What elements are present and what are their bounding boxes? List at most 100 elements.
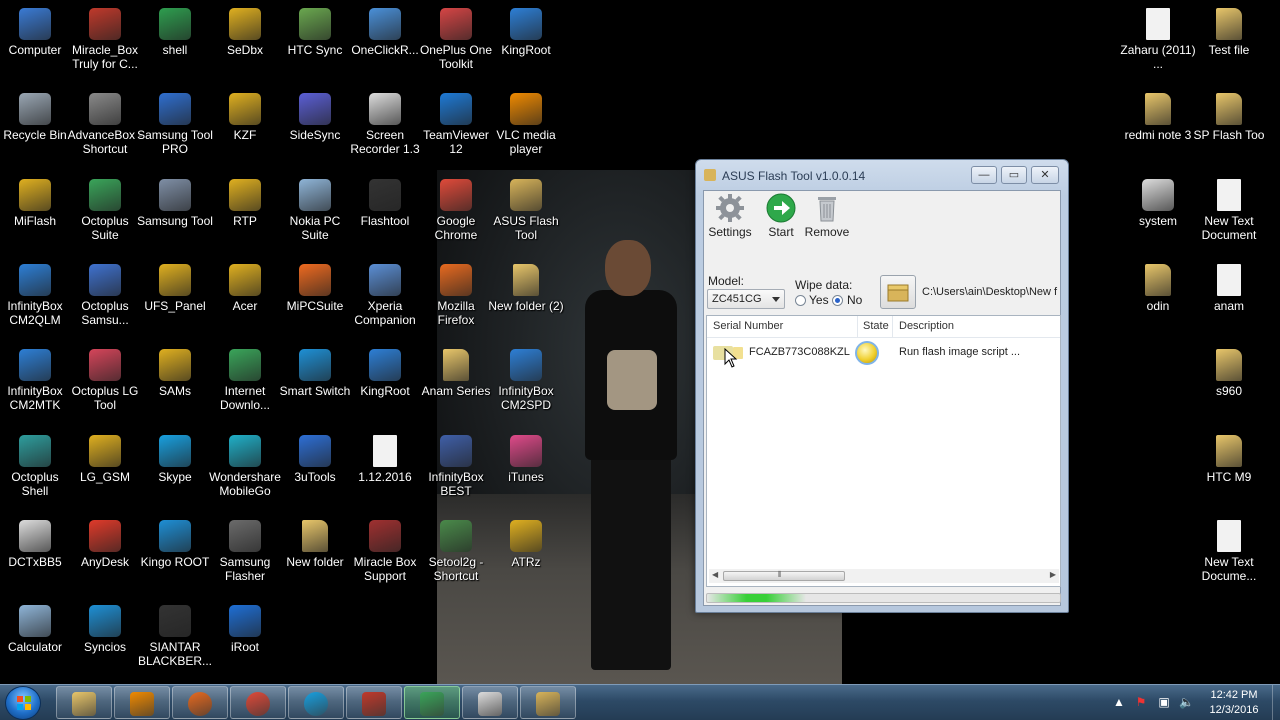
- desktop-icon[interactable]: UFS_Panel: [137, 264, 213, 313]
- column-state[interactable]: State: [863, 320, 889, 332]
- desktop-icon[interactable]: Acer: [207, 264, 283, 313]
- desktop-icon[interactable]: VLC media player: [488, 93, 564, 156]
- desktop-icon[interactable]: Wondershare MobileGo: [207, 435, 283, 498]
- desktop-icon[interactable]: New Text Docume...: [1191, 520, 1267, 583]
- desktop-icon[interactable]: Nokia PC Suite: [277, 179, 353, 242]
- taskbar-item-idm[interactable]: [404, 686, 460, 719]
- desktop-icon[interactable]: ASUS Flash Tool: [488, 179, 564, 242]
- start-button[interactable]: Start: [758, 193, 804, 239]
- scrollbar-thumb[interactable]: ⦀: [723, 570, 845, 581]
- desktop-icon[interactable]: Octoplus LG Tool: [67, 349, 143, 412]
- desktop-icon[interactable]: RTP: [207, 179, 283, 228]
- model-select[interactable]: ZC451CG: [707, 289, 785, 309]
- start-button[interactable]: [5, 686, 41, 720]
- desktop-icon[interactable]: odin: [1120, 264, 1196, 313]
- wipe-no-radio[interactable]: [832, 295, 843, 306]
- desktop-icon[interactable]: shell: [137, 8, 213, 57]
- desktop-icon[interactable]: Screen Recorder 1.3: [347, 93, 423, 156]
- desktop-icon[interactable]: KingRoot: [488, 8, 564, 57]
- desktop-icon[interactable]: Samsung Tool: [137, 179, 213, 228]
- desktop-icon[interactable]: SeDbx: [207, 8, 283, 57]
- desktop-icon[interactable]: Flashtool: [347, 179, 423, 228]
- window-titlebar[interactable]: ASUS Flash Tool v1.0.0.14 — ▭ ✕: [696, 160, 1068, 190]
- desktop-icon[interactable]: MiPCSuite: [277, 264, 353, 313]
- maximize-button[interactable]: ▭: [1001, 166, 1027, 184]
- desktop-icon[interactable]: New Text Document: [1191, 179, 1267, 242]
- desktop-icon[interactable]: MiFlash: [0, 179, 73, 228]
- remove-button[interactable]: Remove: [800, 193, 854, 239]
- close-button[interactable]: ✕: [1031, 166, 1059, 184]
- taskbar-item-chrome[interactable]: [230, 686, 286, 719]
- taskbar-item-asus-flash-tool[interactable]: [520, 686, 576, 719]
- desktop-icon[interactable]: KingRoot: [347, 349, 423, 398]
- desktop-icon[interactable]: Internet Downlo...: [207, 349, 283, 412]
- image-path-field[interactable]: C:\Users\ain\Desktop\New f: [920, 281, 1062, 303]
- taskbar-item-media-player[interactable]: [114, 686, 170, 719]
- desktop-icon[interactable]: 1.12.2016: [347, 435, 423, 484]
- desktop-icon[interactable]: 3uTools: [277, 435, 353, 484]
- desktop-icon[interactable]: Samsung Tool PRO: [137, 93, 213, 156]
- desktop-icon[interactable]: OneClickR...: [347, 8, 423, 57]
- desktop-icon[interactable]: HTC Sync: [277, 8, 353, 57]
- desktop-icon[interactable]: Samsung Flasher: [207, 520, 283, 583]
- desktop-icon[interactable]: KZF: [207, 93, 283, 142]
- desktop-icon[interactable]: New folder (2): [488, 264, 564, 313]
- volume-icon[interactable]: 🔈: [1179, 695, 1194, 709]
- desktop-icon[interactable]: Calculator: [0, 605, 73, 654]
- desktop-icon[interactable]: iRoot: [207, 605, 283, 654]
- desktop-icon[interactable]: New folder: [277, 520, 353, 569]
- show-hidden-icons-icon[interactable]: ▲: [1112, 695, 1126, 709]
- settings-button[interactable]: Settings: [707, 193, 753, 239]
- desktop-icon[interactable]: Xperia Companion: [347, 264, 423, 327]
- desktop-icon[interactable]: InfinityBox BEST: [418, 435, 494, 498]
- desktop-icon[interactable]: Mozilla Firefox: [418, 264, 494, 327]
- desktop-icon[interactable]: Anam Series: [418, 349, 494, 398]
- desktop-icon[interactable]: AdvanceBox - Shortcut: [67, 93, 143, 156]
- desktop-icon[interactable]: DCTxBB5: [0, 520, 73, 569]
- desktop-icon[interactable]: OnePlus One Toolkit: [418, 8, 494, 71]
- desktop-icon[interactable]: Miracle_Box Truly for C...: [67, 8, 143, 71]
- taskbar-item-skype[interactable]: [288, 686, 344, 719]
- desktop-icon[interactable]: TeamViewer 12: [418, 93, 494, 156]
- column-serial-number[interactable]: Serial Number: [713, 320, 783, 332]
- desktop-icon[interactable]: InfinityBox CM2MTK: [0, 349, 73, 412]
- taskbar-item-toolbox[interactable]: [346, 686, 402, 719]
- desktop-icon[interactable]: anam: [1191, 264, 1267, 313]
- desktop-icon[interactable]: Octoplus Samsu...: [67, 264, 143, 327]
- desktop-icon[interactable]: Skype: [137, 435, 213, 484]
- desktop-icon[interactable]: LG_GSM: [67, 435, 143, 484]
- scroll-right-icon[interactable]: ▶: [1050, 570, 1056, 579]
- desktop-icon[interactable]: HTC M9: [1191, 435, 1267, 484]
- taskbar-item-screen-recorder[interactable]: [462, 686, 518, 719]
- desktop-icon[interactable]: SP Flash Too: [1191, 93, 1267, 142]
- browse-folder-button[interactable]: [880, 275, 916, 309]
- network-icon[interactable]: ▣: [1157, 695, 1171, 709]
- desktop-icon[interactable]: SAMs: [137, 349, 213, 398]
- desktop-icon[interactable]: Recycle Bin: [0, 93, 73, 142]
- scroll-left-icon[interactable]: ◀: [712, 570, 718, 579]
- taskbar-item-firefox[interactable]: [172, 686, 228, 719]
- desktop-icon[interactable]: iTunes: [488, 435, 564, 484]
- desktop-icon[interactable]: Octoplus Suite: [67, 179, 143, 242]
- taskbar-item-explorer[interactable]: [56, 686, 112, 719]
- minimize-button[interactable]: —: [971, 166, 997, 184]
- desktop-icon[interactable]: Kingo ROOT: [137, 520, 213, 569]
- desktop-icon[interactable]: ATRz: [488, 520, 564, 569]
- desktop-icon[interactable]: AnyDesk: [67, 520, 143, 569]
- desktop-icon[interactable]: Syncios: [67, 605, 143, 654]
- column-description[interactable]: Description: [899, 320, 954, 332]
- desktop-icon[interactable]: Octoplus Shell: [0, 435, 73, 498]
- action-center-flag-icon[interactable]: ⚑: [1134, 695, 1148, 709]
- desktop-icon[interactable]: Test file: [1191, 8, 1267, 57]
- desktop-icon[interactable]: Computer: [0, 8, 73, 57]
- show-desktop-button[interactable]: [1272, 685, 1280, 720]
- desktop-icon[interactable]: Setool2g - Shortcut: [418, 520, 494, 583]
- desktop-icon[interactable]: system: [1120, 179, 1196, 228]
- desktop-icon[interactable]: Smart Switch: [277, 349, 353, 398]
- wipe-yes-radio[interactable]: [795, 295, 806, 306]
- desktop-icon[interactable]: Miracle Box Support: [347, 520, 423, 583]
- desktop-icon[interactable]: Zaharu (2011) ...: [1120, 8, 1196, 71]
- desktop-icon[interactable]: InfinityBox CM2QLM: [0, 264, 73, 327]
- desktop-icon[interactable]: redmi note 3: [1120, 93, 1196, 142]
- desktop-icon[interactable]: s960: [1191, 349, 1267, 398]
